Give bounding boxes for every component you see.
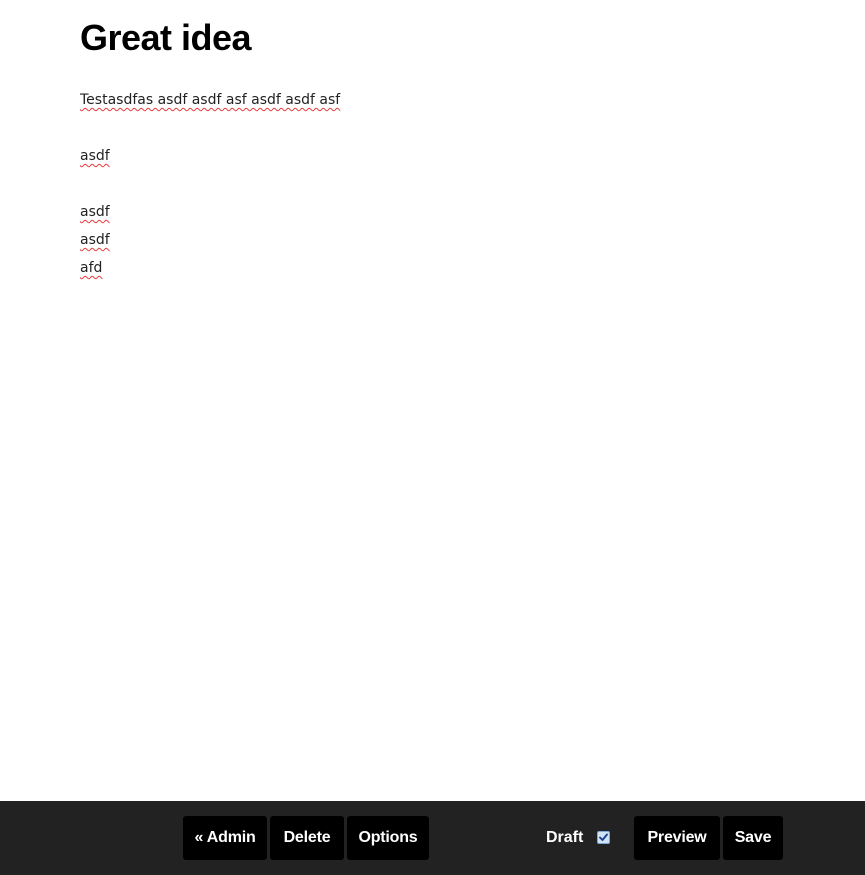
body-line-5: asdf <box>80 198 780 226</box>
body-line-7: afd <box>80 254 780 282</box>
preview-button[interactable]: Preview <box>634 816 720 860</box>
body-line-1: Testasdfas asdf asdf asf asdf asdf asf <box>80 86 780 114</box>
body-line-text: asdf <box>80 204 110 220</box>
editor-toolbar: « Admin Delete Options Draft Preview Sav… <box>0 801 865 875</box>
body-line-text: Testasdfas asdf asdf asf asdf asdf asf <box>80 92 341 108</box>
body-line-blank <box>80 114 780 142</box>
post-body[interactable]: Testasdfas asdf asdf asf asdf asdf asf a… <box>80 86 780 282</box>
checkmark-icon <box>599 833 608 841</box>
post-editor[interactable]: Great idea Testasdfas asdf asdf asf asdf… <box>80 16 780 282</box>
draft-label: Draft <box>546 829 584 846</box>
editor-page: Great idea Testasdfas asdf asdf asf asdf… <box>0 0 865 875</box>
draft-checkbox[interactable] <box>597 831 610 844</box>
post-title[interactable]: Great idea <box>80 16 780 60</box>
body-line-text: asdf <box>80 232 110 248</box>
delete-button[interactable]: Delete <box>270 816 344 860</box>
body-line-3: asdf <box>80 142 780 170</box>
body-line-text: afd <box>80 260 103 276</box>
save-button[interactable]: Save <box>723 816 783 860</box>
admin-button[interactable]: « Admin <box>183 816 267 860</box>
body-line-blank <box>80 170 780 198</box>
body-line-text: asdf <box>80 148 110 164</box>
body-line-6: asdf <box>80 226 780 254</box>
options-button[interactable]: Options <box>347 816 429 860</box>
